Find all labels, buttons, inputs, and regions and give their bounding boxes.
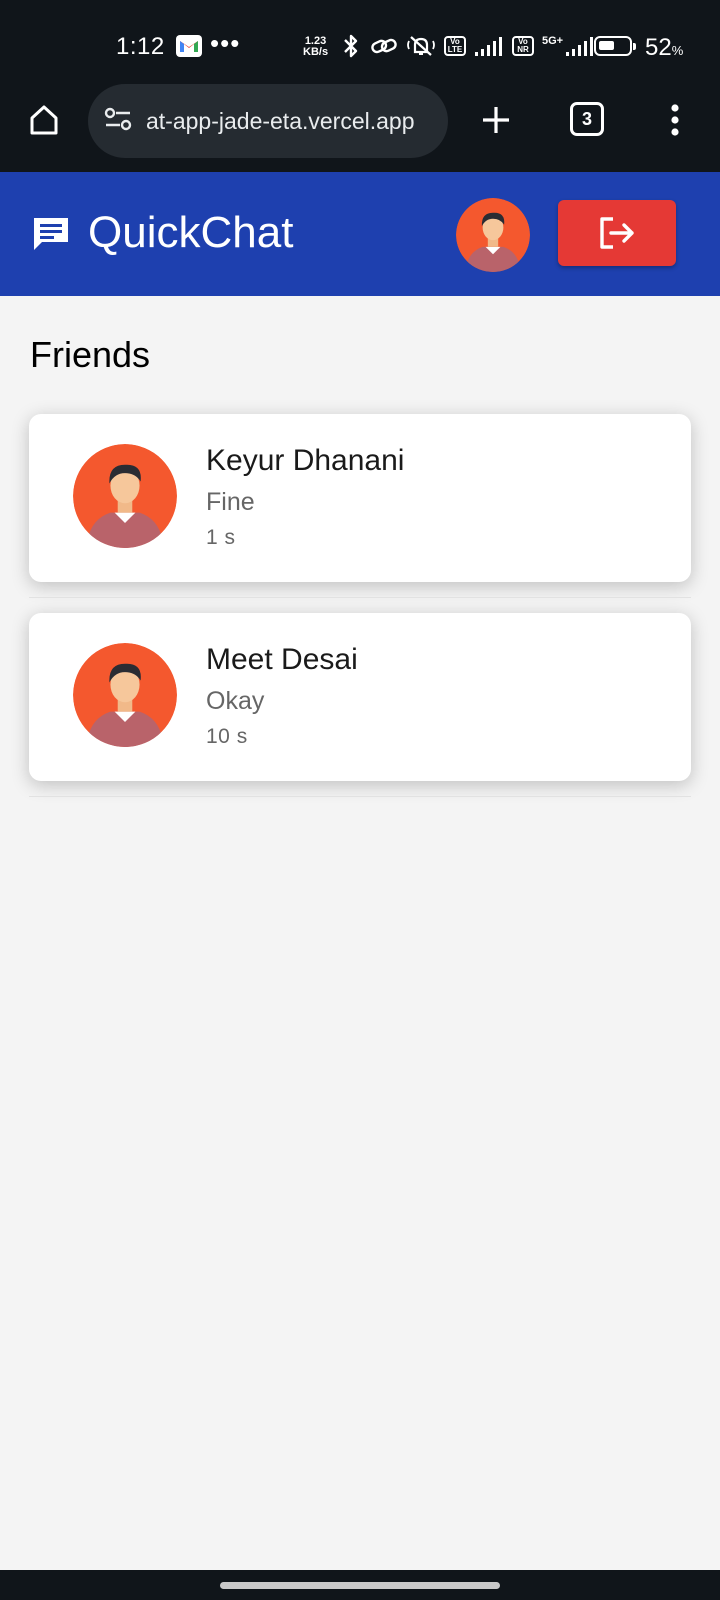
- network-type: 5G+: [542, 35, 564, 47]
- more-notifications-icon: •••: [210, 28, 241, 58]
- battery-percent: 52%: [645, 34, 684, 61]
- clock: 1:12: [116, 33, 165, 60]
- gesture-handle[interactable]: [220, 1582, 500, 1589]
- signal-strength-icon: [474, 36, 504, 56]
- friend-card[interactable]: Keyur Dhanani Fine 1 s: [29, 414, 691, 582]
- app-header: QuickChat: [0, 172, 720, 296]
- friend-name: Meet Desai: [206, 643, 358, 676]
- home-button[interactable]: [24, 100, 64, 140]
- signal-strength-5g-icon: [565, 36, 595, 56]
- vo-lte-icon: Vo LTE: [444, 36, 466, 56]
- friend-card[interactable]: Meet Desai Okay 10 s: [29, 613, 691, 781]
- divider: [29, 597, 691, 598]
- address-bar[interactable]: at-app-jade-eta.vercel.app: [88, 84, 448, 158]
- system-nav-bar: [0, 1570, 720, 1600]
- friends-heading: Friends: [30, 334, 151, 375]
- gmail-notification-icon: [176, 35, 202, 57]
- friend-last-message: Fine: [206, 488, 255, 516]
- more-vert-icon: [671, 104, 679, 136]
- new-tab-button[interactable]: [476, 100, 516, 140]
- vo-nr-icon: Vo NR: [512, 36, 534, 56]
- user-avatar[interactable]: [456, 198, 530, 272]
- tab-count: 3: [581, 108, 592, 129]
- browser-toolbar: at-app-jade-eta.vercel.app 3: [0, 84, 720, 172]
- status-bar: 1:12 ••• 1.23 KB/s Vo LTE Vo NR 5G+ 52%: [0, 0, 720, 92]
- tune-icon[interactable]: [104, 106, 132, 137]
- logout-icon: [600, 217, 634, 249]
- tab-switcher-button[interactable]: 3: [570, 102, 604, 136]
- home-icon: [30, 105, 58, 135]
- network-speed: 1.23 KB/s: [303, 35, 329, 58]
- status-icons: Vo LTE Vo NR 5G+: [340, 32, 595, 60]
- friend-time-ago: 1 s: [206, 526, 236, 549]
- friend-last-message: Okay: [206, 687, 265, 715]
- battery-icon: [594, 36, 636, 56]
- browser-menu-button[interactable]: [660, 100, 690, 140]
- bluetooth-icon: [340, 33, 362, 59]
- app-title: QuickChat: [88, 208, 294, 257]
- logout-button[interactable]: [558, 200, 676, 266]
- url-text[interactable]: at-app-jade-eta.vercel.app: [146, 108, 415, 135]
- chat-bubble-icon: [30, 214, 72, 259]
- friend-time-ago: 10 s: [206, 725, 248, 748]
- friend-avatar: [73, 643, 177, 747]
- plus-icon: [483, 107, 509, 133]
- link-icon: [370, 36, 398, 56]
- friend-avatar: [73, 444, 177, 548]
- friend-name: Keyur Dhanani: [206, 444, 405, 477]
- divider: [29, 796, 691, 797]
- silent-mode-icon: [406, 34, 436, 58]
